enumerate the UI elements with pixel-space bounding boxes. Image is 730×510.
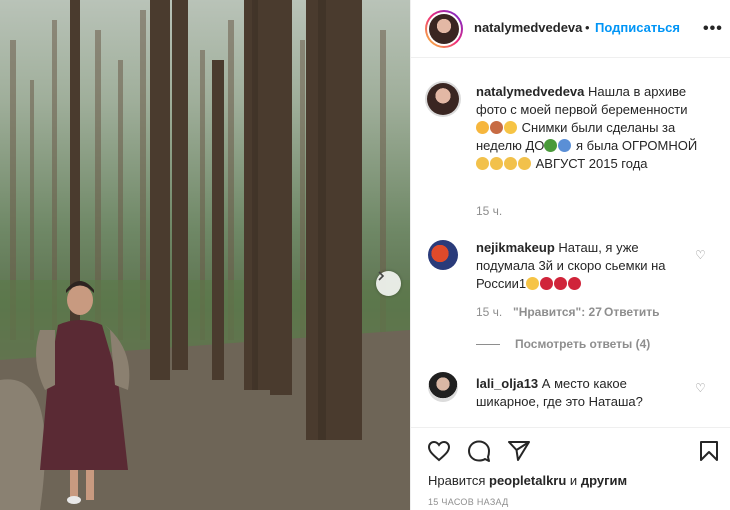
comment-like-heart-icon[interactable]: ♡ xyxy=(695,248,706,262)
caption-avatar[interactable] xyxy=(427,83,459,115)
comment-1: nejikmakeup Наташ, я уже подумала 3й и с… xyxy=(476,239,691,293)
caption-text-4: АВГУСТ 2015 года xyxy=(535,156,648,171)
lips-emoji-icon xyxy=(554,277,568,290)
author-avatar[interactable] xyxy=(429,14,459,44)
post-time-ago[interactable]: 15 ЧАСОВ НАЗАД xyxy=(428,497,509,507)
syringe-emoji-icon xyxy=(558,139,572,152)
caption-username[interactable]: natalymedvedeva xyxy=(476,84,584,99)
more-options-icon[interactable]: ••• xyxy=(703,20,723,38)
see-no-evil-emoji-icon xyxy=(490,121,503,134)
liked-by-prefix: Нравится xyxy=(428,473,486,488)
comment-like-heart-icon[interactable]: ♡ xyxy=(695,381,706,395)
caption-text-3: я была ОГРОМНОЙ xyxy=(576,138,698,153)
caption-time[interactable]: 15 ч. xyxy=(476,204,502,218)
post-actions: Нравится peopletalkru и другим 15 ЧАСОВ … xyxy=(411,427,730,510)
post-side-panel: natalymedvedeva • Подписаться ••• nataly… xyxy=(410,0,730,510)
post-caption: natalymedvedeva Нашла в архиве фото с мо… xyxy=(476,83,706,173)
crying-laughing-emoji-icon xyxy=(526,277,540,290)
comment-username[interactable]: lali_olja13 xyxy=(476,376,538,391)
grinning-emoji-icon xyxy=(504,121,517,134)
follow-button[interactable]: Подписаться xyxy=(595,20,680,35)
cat-emoji-icon xyxy=(504,157,517,170)
liked-by-others[interactable]: другим xyxy=(581,473,627,488)
reply-button[interactable]: Ответить xyxy=(604,305,659,319)
chevron-right-icon xyxy=(378,271,385,281)
carousel-next-button[interactable] xyxy=(376,271,401,296)
cat-emoji-icon xyxy=(518,157,531,170)
commenter-avatar[interactable] xyxy=(428,240,458,270)
like-heart-icon[interactable] xyxy=(427,440,451,462)
star-struck-emoji-icon xyxy=(476,121,489,134)
comments-section[interactable]: natalymedvedeva Нашла в архиве фото с мо… xyxy=(411,59,730,427)
leaf-emoji-icon xyxy=(544,139,558,152)
separator-dot: • xyxy=(585,20,590,35)
cat-emoji-icon xyxy=(490,157,503,170)
view-replies-button[interactable]: Посмотреть ответы (4) xyxy=(515,337,650,351)
comment-time[interactable]: 15 ч. xyxy=(476,305,502,319)
liked-by-line: Нравится peopletalkru и другим xyxy=(428,473,627,488)
author-username[interactable]: natalymedvedeva xyxy=(474,20,582,35)
liked-by-user[interactable]: peopletalkru xyxy=(489,473,566,488)
liked-by-and: и xyxy=(569,473,578,488)
commenter-avatar[interactable] xyxy=(428,372,458,402)
comment-bubble-icon[interactable] xyxy=(467,440,491,462)
share-direct-icon[interactable] xyxy=(507,440,531,462)
forest-scene xyxy=(0,0,410,510)
lips-emoji-icon xyxy=(568,277,582,290)
comment-username[interactable]: nejikmakeup xyxy=(476,240,555,255)
cat-emoji-icon xyxy=(476,157,489,170)
comment-2: lali_olja13 А место какое шикарное, где … xyxy=(476,375,691,411)
comment-likes-count[interactable]: "Нравится": 27 xyxy=(513,305,602,319)
post-photo xyxy=(0,0,410,510)
save-bookmark-icon[interactable] xyxy=(699,440,719,462)
post-header: natalymedvedeva • Подписаться ••• xyxy=(411,0,730,58)
replies-divider xyxy=(476,344,500,345)
lips-emoji-icon xyxy=(540,277,554,290)
